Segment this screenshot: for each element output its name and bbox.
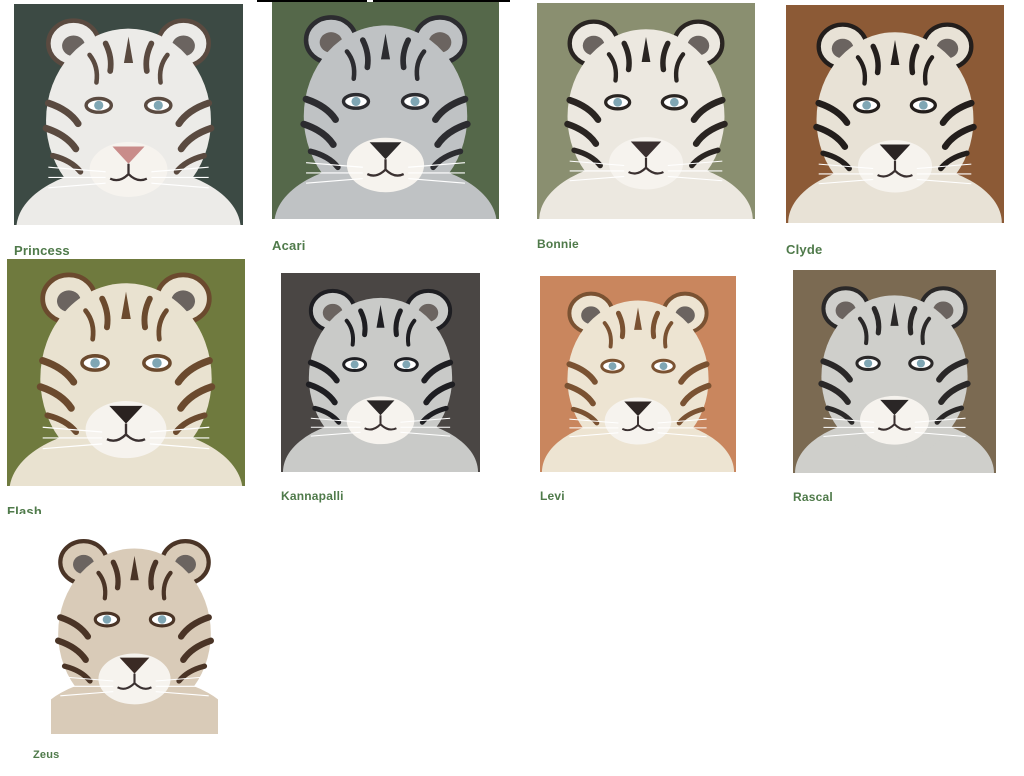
tiger-illustration [537, 3, 755, 219]
tiger-photo-levi [540, 276, 736, 472]
tiger-illustration [7, 259, 245, 486]
tiger-iris-right [410, 96, 420, 106]
tiger-iris-right [669, 97, 679, 107]
tiger-name-kannapalli: Kannapalli [281, 489, 344, 503]
tiger-name-princess: Princess [14, 243, 70, 258]
tiger-illustration [14, 4, 243, 225]
tiger-iris-right [157, 615, 167, 624]
tiger-name-levi: Levi [540, 489, 565, 503]
tiger-iris-right [659, 362, 668, 371]
tiger-illustration [786, 5, 1004, 223]
tiger-iris-left [613, 97, 623, 107]
tiger-photo-bonnie [537, 3, 755, 219]
tiger-iris-right [918, 100, 928, 110]
tiger-name-clyde: Clyde [786, 242, 823, 257]
tiger-photo-flash [7, 259, 245, 486]
tiger-illustration [51, 522, 218, 734]
tiger-name-flash: Flash [7, 504, 42, 514]
tiger-photo-zeus [51, 522, 218, 734]
tiger-name-zeus: Zeus [33, 749, 60, 761]
tiger-iris-left [102, 615, 112, 624]
tiger-iris-left [351, 96, 361, 106]
tiger-photo-clyde [786, 5, 1004, 223]
tiger-iris-left [90, 358, 100, 368]
tiger-iris-right [916, 359, 925, 368]
tiger-iris-right [152, 358, 162, 368]
tiger-iris-right [153, 100, 163, 110]
tiger-photo-acari [272, 2, 499, 219]
tiger-illustration [793, 270, 996, 473]
tiger-iris-left [608, 362, 617, 371]
tiger-iris-left [350, 360, 359, 369]
tiger-photo-rascal [793, 270, 996, 473]
tiger-iris-left [864, 359, 873, 368]
tiger-iris-left [94, 100, 104, 110]
tiger-iris-left [862, 100, 872, 110]
tiger-illustration [281, 273, 480, 472]
tiger-iris-right [402, 360, 411, 369]
tiger-name-bonnie: Bonnie [537, 237, 579, 251]
tiger-illustration [540, 276, 736, 472]
tiger-photo-princess [14, 4, 243, 225]
tiger-illustration [272, 2, 499, 219]
tiger-name-acari: Acari [272, 238, 306, 253]
tiger-photo-kannapalli [281, 273, 480, 472]
tiger-name-rascal: Rascal [793, 490, 833, 504]
